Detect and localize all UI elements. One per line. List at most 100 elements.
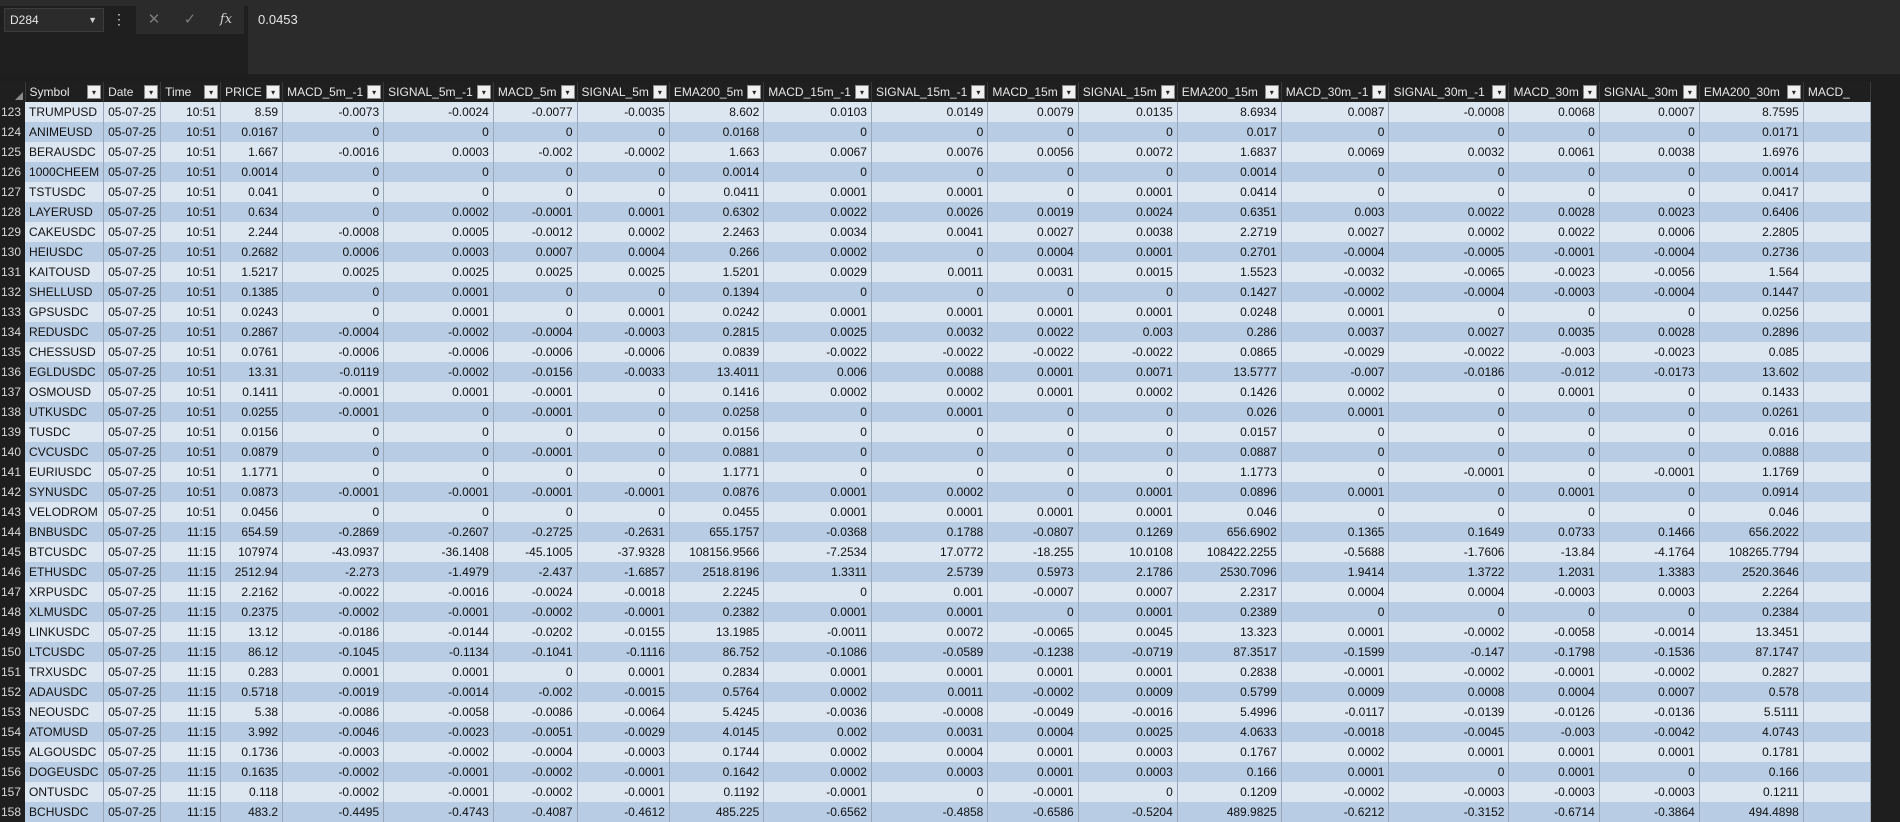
cell[interactable]: -7.2534 — [763, 542, 872, 562]
row-header[interactable]: 153 — [0, 702, 26, 722]
cell[interactable]: -0.0144 — [383, 622, 494, 642]
cell[interactable] — [1803, 522, 1871, 542]
cell[interactable]: 1.1769 — [1699, 462, 1804, 482]
cell[interactable]: 1.5217 — [220, 262, 284, 282]
cell[interactable] — [1803, 482, 1871, 502]
row-header[interactable]: 127 — [0, 182, 26, 202]
cell[interactable]: 1.663 — [669, 142, 765, 162]
cell[interactable]: 0.0733 — [1508, 522, 1600, 542]
cell[interactable]: 0.1394 — [669, 282, 765, 302]
cell[interactable]: 0.0001 — [383, 662, 494, 682]
cell[interactable] — [1803, 282, 1871, 302]
cell[interactable]: -0.0086 — [282, 702, 385, 722]
cell[interactable]: -0.0001 — [383, 602, 494, 622]
cell[interactable]: 0.0024 — [1078, 202, 1178, 222]
cell[interactable]: 2.1786 — [1078, 562, 1178, 582]
cell[interactable]: 05-07-25 — [103, 382, 162, 402]
cell[interactable]: 0.0029 — [763, 262, 872, 282]
cell[interactable]: 0 — [1078, 782, 1178, 802]
cell[interactable]: 0.0167 — [220, 122, 284, 142]
cell[interactable]: 0.0157 — [1177, 422, 1282, 442]
cell[interactable]: 0 — [577, 402, 670, 422]
cell[interactable]: 17.0772 — [871, 542, 989, 562]
formula-input[interactable]: 0.0453 — [248, 6, 1900, 74]
cell[interactable]: 13.3451 — [1699, 622, 1804, 642]
cell[interactable]: EGLDUSDC — [25, 362, 105, 382]
cell[interactable]: -0.0003 — [1508, 782, 1600, 802]
column-header[interactable]: MACD_5m ▾ — [493, 82, 578, 102]
cell[interactable]: -0.0023 — [383, 722, 494, 742]
cell[interactable]: 0 — [282, 462, 385, 482]
cell[interactable]: 87.3517 — [1177, 642, 1282, 662]
cell[interactable]: 0 — [763, 442, 872, 462]
row-header[interactable]: 136 — [0, 362, 26, 382]
row-header[interactable]: 156 — [0, 762, 26, 782]
cell[interactable]: -0.4743 — [383, 802, 494, 822]
cell[interactable]: 05-07-25 — [103, 542, 162, 562]
cell[interactable]: 489.9825 — [1177, 802, 1282, 822]
cell[interactable]: 0.0038 — [1078, 222, 1178, 242]
cell[interactable]: 0 — [1508, 402, 1600, 422]
cell[interactable]: 0.0242 — [669, 302, 765, 322]
cell[interactable]: 0 — [1281, 162, 1390, 182]
filter-dropdown-icon[interactable]: ▾ — [87, 85, 102, 99]
cell[interactable]: 5.38 — [220, 702, 284, 722]
cell[interactable]: 0.0001 — [987, 742, 1079, 762]
cell[interactable]: 0 — [282, 182, 385, 202]
cell[interactable]: -0.6714 — [1508, 802, 1600, 822]
cell[interactable]: 05-07-25 — [103, 462, 162, 482]
filter-dropdown-icon[interactable]: ▾ — [476, 85, 491, 99]
cell[interactable]: 0.0004 — [1508, 682, 1600, 702]
cell[interactable]: 0.1416 — [669, 382, 765, 402]
cell[interactable]: 0.0002 — [763, 382, 872, 402]
cell[interactable]: 0.0001 — [1508, 762, 1600, 782]
cell[interactable]: -0.0002 — [987, 682, 1079, 702]
cell[interactable]: 1.564 — [1699, 262, 1804, 282]
cell[interactable]: -0.0001 — [577, 782, 670, 802]
row-header[interactable]: 140 — [0, 442, 26, 462]
cell[interactable]: -0.1041 — [493, 642, 578, 662]
cell[interactable]: 0.1385 — [220, 282, 284, 302]
cell[interactable]: 0.0001 — [383, 302, 494, 322]
cell[interactable]: -0.0001 — [383, 782, 494, 802]
cell[interactable]: 11:15 — [160, 702, 222, 722]
cell[interactable]: 0.0022 — [763, 202, 872, 222]
cell[interactable]: -36.1408 — [383, 542, 494, 562]
cell[interactable]: -13.84 — [1508, 542, 1600, 562]
cell[interactable]: 1.9414 — [1281, 562, 1390, 582]
cell[interactable]: 0.0005 — [383, 222, 494, 242]
cell[interactable]: 0 — [1078, 402, 1178, 422]
cell[interactable]: 0.0001 — [987, 502, 1079, 522]
cell[interactable]: 0.5973 — [987, 562, 1079, 582]
cell[interactable]: 0 — [1078, 442, 1178, 462]
cell[interactable]: 0.0001 — [987, 302, 1079, 322]
cell[interactable]: 0.0022 — [1508, 222, 1600, 242]
cell[interactable]: 2.2264 — [1699, 582, 1804, 602]
row-header[interactable]: 125 — [0, 142, 26, 162]
cell[interactable]: 0.0003 — [383, 242, 494, 262]
cell[interactable]: 10:51 — [160, 262, 222, 282]
cell[interactable]: 05-07-25 — [103, 602, 162, 622]
cell[interactable]: -0.0006 — [577, 342, 670, 362]
cell[interactable]: 0 — [1508, 422, 1600, 442]
cell[interactable]: 0 — [871, 422, 989, 442]
cell[interactable]: 0.0031 — [871, 722, 989, 742]
cell[interactable] — [1803, 262, 1871, 282]
cell[interactable]: -0.0807 — [987, 522, 1079, 542]
select-all-corner[interactable] — [0, 82, 26, 102]
cell[interactable]: -0.0368 — [763, 522, 872, 542]
cell[interactable] — [1803, 402, 1871, 422]
cell[interactable]: 2.2805 — [1699, 222, 1804, 242]
cell[interactable]: 0.0027 — [1281, 222, 1390, 242]
cell[interactable]: 0.0027 — [987, 222, 1079, 242]
cell[interactable]: -0.1086 — [763, 642, 872, 662]
cell[interactable]: -0.0126 — [1508, 702, 1600, 722]
cell[interactable]: 0.0088 — [871, 362, 989, 382]
cell[interactable]: -0.4087 — [493, 802, 578, 822]
cell[interactable]: 0.0456 — [220, 502, 284, 522]
cell[interactable] — [1803, 222, 1871, 242]
cell[interactable]: 0.0002 — [763, 762, 872, 782]
cell[interactable]: 0 — [871, 462, 989, 482]
cell[interactable]: 0 — [987, 182, 1079, 202]
cell[interactable]: 0.0001 — [577, 202, 670, 222]
